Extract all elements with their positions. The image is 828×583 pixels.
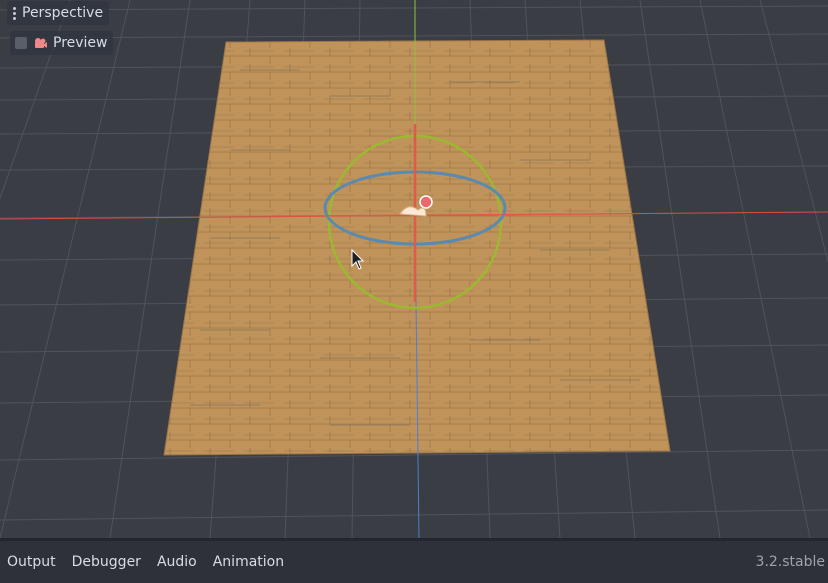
bottom-panel-tabs: Output Debugger Audio Animation (7, 554, 284, 570)
tab-animation[interactable]: Animation (213, 554, 284, 570)
3d-viewport[interactable]: Perspective Preview (0, 0, 828, 538)
viewport-scene[interactable] (0, 0, 828, 538)
preview-label: Preview (53, 35, 108, 51)
tab-output[interactable]: Output (7, 554, 56, 570)
light-handle-icon[interactable] (419, 195, 433, 209)
preview-checkbox[interactable] (15, 37, 27, 49)
kebab-menu-icon (13, 6, 17, 20)
version-label: 3.2.stable (755, 554, 825, 570)
tab-audio[interactable]: Audio (157, 554, 197, 570)
preview-toggle[interactable]: Preview (10, 31, 113, 55)
camera-icon (35, 38, 47, 48)
perspective-menu-button[interactable]: Perspective (7, 1, 110, 25)
tab-debugger[interactable]: Debugger (72, 554, 141, 570)
perspective-label: Perspective (22, 5, 104, 21)
bottom-panel-bar: Output Debugger Audio Animation 3.2.stab… (0, 538, 828, 583)
